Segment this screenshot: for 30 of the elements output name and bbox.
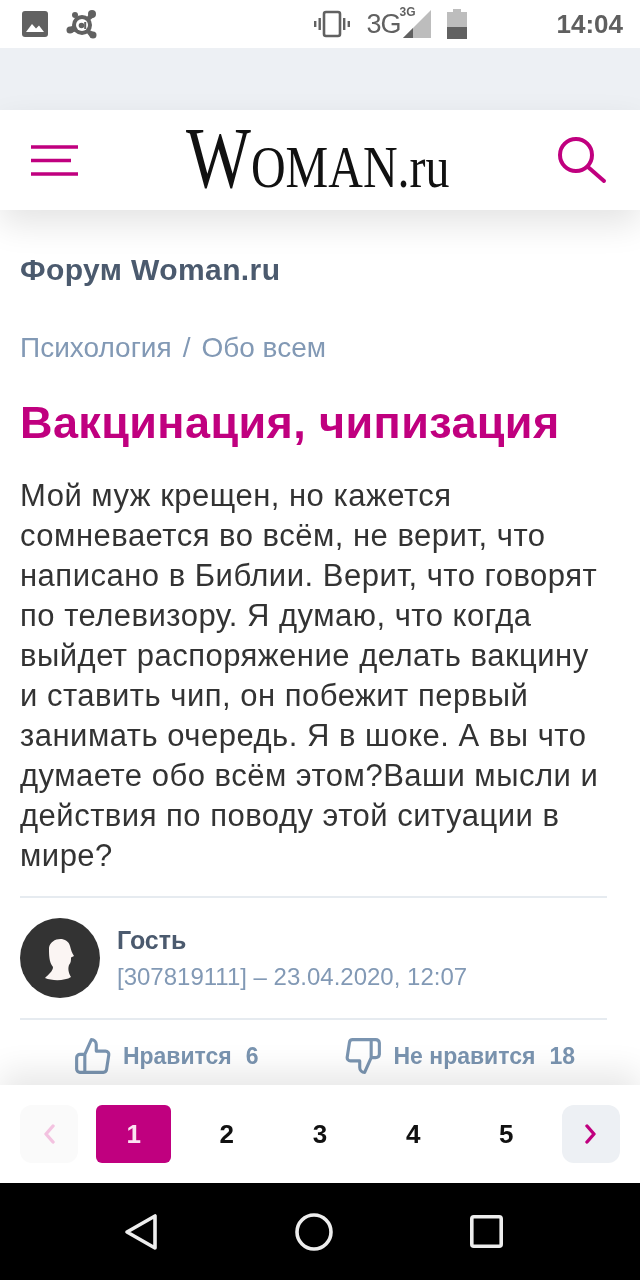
clock-time: 14:04: [556, 8, 623, 40]
avatar-silhouette-icon: [20, 918, 100, 998]
page-button[interactable]: 4: [375, 1105, 451, 1163]
page-button[interactable]: 2: [189, 1105, 265, 1163]
page-button[interactable]: 1: [96, 1105, 172, 1163]
thumbs-down-icon: [345, 1038, 382, 1074]
recents-icon[interactable]: [470, 1215, 503, 1248]
search-icon[interactable]: [557, 136, 607, 184]
network-type-text: 3G: [366, 8, 401, 40]
site-logo[interactable]: WOMAN.ru: [185, 126, 450, 198]
network-type-text: 3G: [399, 6, 416, 18]
post-meta: [307819111] – 23.04.2020, 12:07: [117, 962, 468, 992]
menu-icon[interactable]: [31, 144, 78, 176]
post-body: Мой муж крещен, но кажется сомневается во всём, не верит, что написано в Библии. Верит, что говорят по телевизору. Я думаю, что когда выйдет распоряжение делать вакцину и ставить чип, он побежит первый занимать очередь. Я в шоке. А вы что думаете обо всём этом?Ваши мысли и действия по поводу этой ситуации в мире?: [20, 477, 600, 875]
next-page-button[interactable]: [561, 1105, 620, 1163]
phone-vibrate-icon: [314, 10, 351, 38]
home-icon[interactable]: [295, 1212, 333, 1251]
battery-icon: [446, 9, 467, 39]
forum-title[interactable]: Форум Woman.ru: [20, 253, 607, 287]
image-icon: [22, 11, 48, 37]
page-button[interactable]: 3: [282, 1105, 358, 1163]
chevron-right-icon: [584, 1124, 597, 1144]
thumbs-up-icon: [74, 1038, 111, 1074]
author-name: Гость: [117, 925, 188, 956]
splat-logo-icon: [66, 9, 98, 39]
post-title: Вакцинация, чипизация: [20, 398, 561, 448]
breadcrumb-separator: /: [182, 331, 191, 365]
back-icon[interactable]: [124, 1212, 158, 1251]
chevron-left-icon: [43, 1124, 55, 1144]
page-button[interactable]: 5: [468, 1105, 544, 1163]
